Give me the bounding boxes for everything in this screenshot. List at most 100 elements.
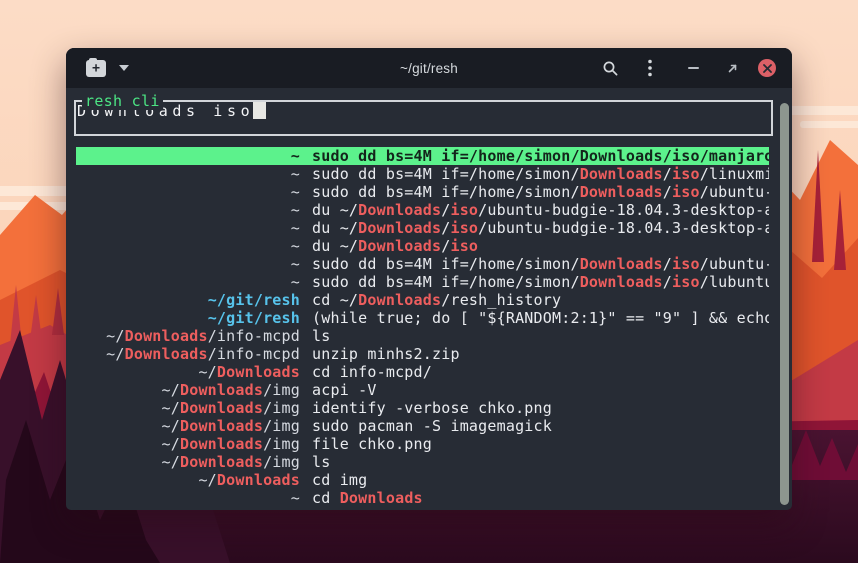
row-command: sudo dd bs=4M if=/home/simon/Downloads/i… bbox=[312, 273, 769, 291]
history-row[interactable]: ~ du ~/Downloads/iso/ubuntu-budgie-18.04.… bbox=[76, 219, 769, 237]
row-command: acpi -V bbox=[312, 381, 769, 399]
scrollbar-thumb[interactable] bbox=[780, 103, 789, 505]
column-gap bbox=[300, 147, 312, 165]
row-command: du ~/Downloads/iso/ubuntu-budgie-18.04.3… bbox=[312, 201, 769, 219]
column-gap bbox=[300, 435, 312, 453]
history-row[interactable]: ~/Downloads/img identify -verbose chko.pn… bbox=[76, 399, 769, 417]
row-context: ~/git/resh bbox=[76, 291, 300, 309]
column-gap bbox=[300, 471, 312, 489]
history-row[interactable]: ~ cd Downloads bbox=[76, 489, 769, 507]
column-gap bbox=[300, 309, 312, 327]
row-context: ~ bbox=[76, 489, 300, 507]
close-icon bbox=[763, 64, 772, 73]
row-command: ls bbox=[312, 453, 769, 471]
search-icon bbox=[602, 60, 619, 77]
row-command: cd Downloads bbox=[312, 489, 769, 507]
row-command: identify -verbose chko.png bbox=[312, 399, 769, 417]
history-row[interactable]: ~ du ~/Downloads/iso bbox=[76, 237, 769, 255]
plus-icon: + bbox=[92, 62, 100, 75]
menu-button[interactable] bbox=[638, 56, 662, 80]
column-gap bbox=[300, 363, 312, 381]
history-row[interactable]: ~ sudo dd bs=4M if=/home/simon/Downloads/… bbox=[76, 183, 769, 201]
row-context: ~/Downloads bbox=[76, 363, 300, 381]
row-command: du ~/Downloads/iso/ubuntu-budgie-18.04.3… bbox=[312, 219, 769, 237]
history-list: ~ sudo dd bs=4M if=/home/simon/Downloads/… bbox=[76, 147, 769, 507]
minimize-icon bbox=[688, 66, 700, 70]
resh-query-box: resh cli Downloads iso bbox=[74, 100, 773, 136]
terminal-window: + ~/git/resh bbox=[66, 48, 792, 510]
row-context: ~ bbox=[76, 165, 300, 183]
minimize-button[interactable] bbox=[682, 56, 706, 80]
column-gap bbox=[300, 345, 312, 363]
history-row[interactable]: ~/Downloads cd img bbox=[76, 471, 769, 489]
history-row[interactable]: ~/Downloads/img ls bbox=[76, 453, 769, 471]
history-row[interactable]: ~ du ~/Downloads/iso/ubuntu-budgie-18.04.… bbox=[76, 201, 769, 219]
column-gap bbox=[300, 165, 312, 183]
row-command: file chko.png bbox=[312, 435, 769, 453]
column-gap bbox=[300, 327, 312, 345]
row-context: ~/Downloads bbox=[76, 471, 300, 489]
row-command: (while true; do [ "${RANDOM:2:1}" == "9"… bbox=[312, 309, 769, 327]
row-context: ~/Downloads/img bbox=[76, 417, 300, 435]
restore-button[interactable] bbox=[720, 56, 744, 80]
row-command: cd info-mcpd/ bbox=[312, 363, 769, 381]
column-gap bbox=[300, 183, 312, 201]
column-gap bbox=[300, 237, 312, 255]
column-gap bbox=[300, 453, 312, 471]
titlebar: + ~/git/resh bbox=[66, 48, 792, 88]
row-context: ~ bbox=[76, 219, 300, 237]
row-command: du ~/Downloads/iso bbox=[312, 237, 769, 255]
kebab-menu-icon bbox=[647, 59, 653, 77]
history-row[interactable]: ~ sudo dd bs=4M if=/home/simon/Downloads/… bbox=[76, 255, 769, 273]
new-tab-button[interactable]: + bbox=[86, 60, 106, 77]
history-row[interactable]: ~/Downloads/info-mcpd ls bbox=[76, 327, 769, 345]
row-command: sudo dd bs=4M if=/home/simon/Downloads/i… bbox=[312, 165, 769, 183]
tab-dropdown-icon[interactable] bbox=[119, 65, 129, 71]
row-context: ~/Downloads/img bbox=[76, 453, 300, 471]
row-command: unzip minhs2.zip bbox=[312, 345, 769, 363]
search-button[interactable] bbox=[598, 56, 622, 80]
column-gap bbox=[300, 489, 312, 507]
search-input[interactable]: Downloads iso bbox=[76, 102, 771, 134]
row-command: sudo dd bs=4M if=/home/simon/Downloads/i… bbox=[312, 183, 769, 201]
row-context: ~ bbox=[76, 183, 300, 201]
row-context: ~/Downloads/img bbox=[76, 399, 300, 417]
column-gap bbox=[300, 417, 312, 435]
row-command: cd ~/Downloads/resh_history bbox=[312, 291, 769, 309]
column-gap bbox=[300, 201, 312, 219]
close-button[interactable] bbox=[758, 59, 776, 77]
column-gap bbox=[300, 381, 312, 399]
row-context: ~ bbox=[76, 237, 300, 255]
history-row[interactable]: ~/Downloads/info-mcpd unzip minhs2.zip bbox=[76, 345, 769, 363]
row-context: ~ bbox=[76, 147, 300, 165]
row-context: ~ bbox=[76, 273, 300, 291]
row-command: sudo dd bs=4M if=/home/simon/Downloads/i… bbox=[312, 255, 769, 273]
column-gap bbox=[300, 273, 312, 291]
history-row[interactable]: ~/Downloads/img acpi -V bbox=[76, 381, 769, 399]
row-command: sudo pacman -S imagemagick bbox=[312, 417, 769, 435]
row-context: ~/git/resh bbox=[76, 309, 300, 327]
row-context: ~/Downloads/info-mcpd bbox=[76, 327, 300, 345]
text-cursor bbox=[253, 102, 266, 119]
row-context: ~/Downloads/info-mcpd bbox=[76, 345, 300, 363]
history-row[interactable]: ~/Downloads cd info-mcpd/ bbox=[76, 363, 769, 381]
row-context: ~ bbox=[76, 201, 300, 219]
restore-icon bbox=[726, 62, 739, 75]
history-row[interactable]: ~ sudo dd bs=4M if=/home/simon/Downloads/… bbox=[76, 273, 769, 291]
history-row[interactable]: ~ sudo dd bs=4M if=/home/simon/Downloads/… bbox=[76, 165, 769, 183]
history-row[interactable]: ~/git/resh (while true; do [ "${RANDOM:2:… bbox=[76, 309, 769, 327]
row-context: ~/Downloads/img bbox=[76, 381, 300, 399]
row-command: ls bbox=[312, 327, 769, 345]
row-context: ~/Downloads/img bbox=[76, 435, 300, 453]
row-context: ~ bbox=[76, 255, 300, 273]
row-command: cd img bbox=[312, 471, 769, 489]
history-row[interactable]: ~/git/resh cd ~/Downloads/resh_history bbox=[76, 291, 769, 309]
row-command: sudo dd bs=4M if=/home/simon/Downloads/i… bbox=[312, 147, 769, 165]
column-gap bbox=[300, 291, 312, 309]
column-gap bbox=[300, 399, 312, 417]
column-gap bbox=[300, 255, 312, 273]
history-row-selected[interactable]: ~ sudo dd bs=4M if=/home/simon/Downloads/… bbox=[76, 147, 769, 165]
history-row[interactable]: ~/Downloads/img sudo pacman -S imagemagic… bbox=[76, 417, 769, 435]
resh-box-label: resh cli bbox=[82, 92, 163, 110]
history-row[interactable]: ~/Downloads/img file chko.png bbox=[76, 435, 769, 453]
